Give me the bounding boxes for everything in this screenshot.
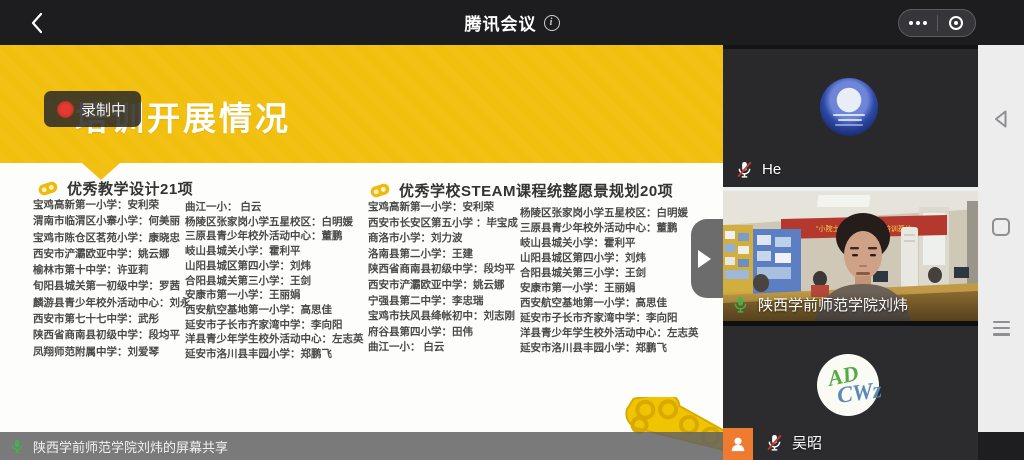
award-list-item: 宝鸡市扶风县绛帐初中：刘志刚 <box>368 309 518 325</box>
avatar-monogram: CWz <box>835 377 883 409</box>
lego-beam-icon <box>36 179 59 198</box>
award-list-item: 合阳县城关第三小学：王剑 <box>520 266 699 281</box>
screen-share-view: 培训开展情况 录制中 优秀教学设计21项 宝鸡高新第一小学：安利荣渭南市临渭区小… <box>0 45 723 460</box>
award-list-item: 渭南市临渭区小寨小学：何美丽 <box>33 213 191 229</box>
android-nav-rail <box>978 45 1024 432</box>
nav-recents-icon[interactable] <box>978 321 1024 336</box>
lego-beam-icon <box>368 181 391 200</box>
participant-name: 陕西学前师范学院刘炜 <box>758 294 908 315</box>
share-banner-text: 陕西学前师范学院刘炜的屏幕共享 <box>33 437 228 456</box>
recording-badge: 录制中 <box>44 91 141 127</box>
top-bar: 腾讯会议 i <box>0 0 1024 45</box>
award-list-item: 岐山县城关小学：霍利平 <box>520 236 699 251</box>
award-list-item: 宝鸡市陈仓区茗苑小学：康晓忠 <box>33 230 191 246</box>
page-title: 腾讯会议 i <box>0 0 1024 45</box>
award-list-item: 府谷县第四小学：田伟 <box>368 325 518 341</box>
award-list-item: 西安市长安区第五小学 ：毕宝成 <box>368 216 518 232</box>
award-list-col: 曲江一小： 白云杨陵区张家岗小学五星校区：白明媛三原县青少年校外活动中心：董鹏岐… <box>185 200 364 362</box>
nav-rail-bottom <box>978 432 1024 460</box>
avatar: AD CWz <box>817 354 879 416</box>
info-icon[interactable]: i <box>544 15 560 31</box>
miniprogram-capsule <box>898 9 976 37</box>
award-list-item: 岐山县城关小学：霍利平 <box>185 244 364 259</box>
award-list-item: 宝鸡高新第一小学：安利荣 <box>33 197 191 213</box>
award-list-item: 西安航空基地第一小学：高思佳 <box>185 303 364 318</box>
award-list-item: 合阳县城关第三小学：王剑 <box>185 274 364 289</box>
award-list-item: 西安航空基地第一小学：高思佳 <box>520 296 699 311</box>
avatar <box>820 78 878 136</box>
active-speaker-person-icon <box>723 428 753 460</box>
award-list-item: 延安市洛川县丰园小学：郑鹏飞 <box>185 347 364 362</box>
award-list-item: 延安市子长市齐家湾中学：李向阳 <box>185 318 364 333</box>
award-list-item: 西安市第七十七中学：武彤 <box>33 311 191 327</box>
nav-home-icon[interactable] <box>978 218 1024 236</box>
participant-tile-he[interactable]: He <box>723 49 978 187</box>
mic-muted-icon <box>735 160 754 179</box>
recording-label: 录制中 <box>81 99 126 120</box>
award-list-item: 洋县青少年学生校外活动中心：左志英 <box>185 332 364 347</box>
award-list-item: 延安市子长市齐家湾中学：李向阳 <box>520 311 699 326</box>
app-title: 腾讯会议 <box>465 10 537 35</box>
mic-muted-icon <box>765 433 784 452</box>
screen-share-banner: 陕西学前师范学院刘炜的屏幕共享 <box>0 432 723 460</box>
section-heading-teaching-design: 优秀教学设计21项 <box>38 178 193 199</box>
award-list-item: 山阳县城区第四小学：刘炜 <box>520 251 699 266</box>
award-list-item: 商洛市小学：刘力波 <box>368 231 518 247</box>
award-list-item: 杨陵区张家岗小学五星校区：白明媛 <box>520 206 699 221</box>
award-list-item: 麟游县青少年校外活动中心：刘永 <box>33 295 191 311</box>
award-list-item: 陕西省商南县初级中学：段均平 <box>33 327 191 343</box>
award-list-item: 山阳县城区第四小学：刘炜 <box>185 259 364 274</box>
award-list-item: 宝鸡高新第一小学：安利荣 <box>368 200 518 216</box>
app-screen: 腾讯会议 i 培训开展情况 录制中 优秀教学设计21项 宝鸡高新第一小学：安利荣… <box>0 0 1024 460</box>
award-list-item: 洋县青少年学生校外活动中心：左志英 <box>520 326 699 341</box>
award-list-item: 西安市浐灞欧亚中学：姚云娜 <box>368 278 518 294</box>
award-list-item: 三原县青少年校外活动中心：董鹏 <box>185 229 364 244</box>
award-list-item: 安康市第一小学：王丽娟 <box>185 288 364 303</box>
play-arrow-icon <box>698 250 711 268</box>
award-list-item: 安康市第一小学：王丽娟 <box>520 281 699 296</box>
award-list-col: 杨陵区张家岗小学五星校区：白明媛三原县青少年校外活动中心：董鹏岐山县城关小学：霍… <box>520 206 699 356</box>
award-list-item: 曲江一小： 白云 <box>368 340 518 356</box>
more-menu-icon[interactable] <box>899 10 937 36</box>
award-list-item: 旬阳县城关第一初级中学：罗茜 <box>33 278 191 294</box>
award-list-col: 宝鸡高新第一小学：安利荣渭南市临渭区小寨小学：何美丽宝鸡市陈仓区茗苑小学：康晓忠… <box>33 197 191 360</box>
award-list-item: 西安市浐灞欧亚中学：姚云娜 <box>33 246 191 262</box>
minimize-target-icon[interactable] <box>938 10 976 36</box>
award-list-item: 宁强县第二中学：李忠瑞 <box>368 294 518 310</box>
section-heading-steam-plan: 优秀学校STEAM课程统整愿景规划20项 <box>370 180 673 201</box>
mic-on-icon <box>731 295 750 314</box>
participant-name: He <box>762 161 781 178</box>
award-list-item: 三原县青少年校外活动中心：董鹏 <box>520 221 699 236</box>
award-list-item: 陕西省商南县初级中学：段均平 <box>368 262 518 278</box>
award-list-item: 凤翔师范附属中学：刘爱琴 <box>33 344 191 360</box>
award-list-item: 杨陵区张家岗小学五星校区：白明媛 <box>185 215 364 230</box>
participant-tile-liuwei-camera[interactable]: “小院士品质计划”教师培训基地 <box>723 191 978 321</box>
nav-back-icon[interactable] <box>978 107 1024 131</box>
participant-tile-wuzhao[interactable]: AD CWz 吴昭 <box>723 326 978 460</box>
award-list-col: 宝鸡高新第一小学：安利荣西安市长安区第五小学 ：毕宝成商洛市小学：刘力波洛南县第… <box>368 200 518 356</box>
participant-name: 吴昭 <box>792 432 822 453</box>
recording-dot-icon <box>57 101 74 118</box>
participants-panel: He “小院士品质计划”教师培训基地 <box>723 45 978 460</box>
expand-videos-button[interactable] <box>691 219 723 298</box>
award-list-item: 榆林市第十中学：许亚莉 <box>33 262 191 278</box>
award-list-item: 曲江一小： 白云 <box>185 200 364 215</box>
award-list-item: 洛南县第二小学：王建 <box>368 247 518 263</box>
mic-on-icon <box>9 438 25 454</box>
award-list-item: 延安市洛川县丰园小学：郑鹏飞 <box>520 341 699 356</box>
